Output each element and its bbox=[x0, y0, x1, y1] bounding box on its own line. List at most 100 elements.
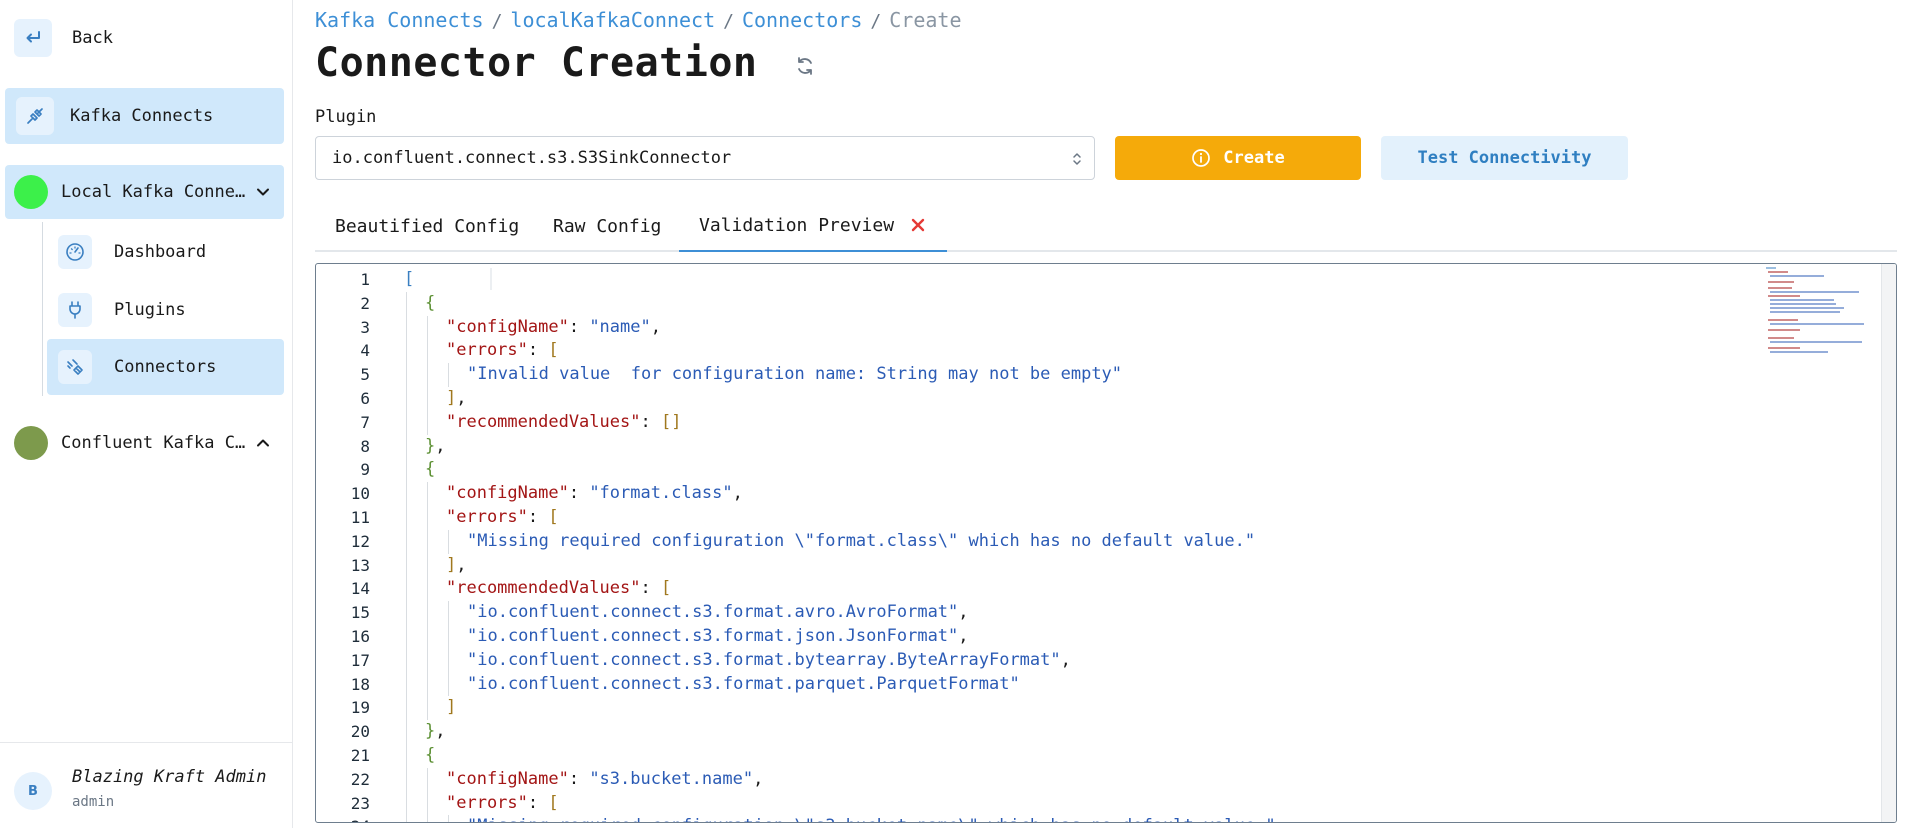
code-line[interactable]: 6], bbox=[316, 386, 1896, 411]
sidebar: Back Kafka Connects Local Kafka Conne… D… bbox=[0, 0, 293, 828]
connectors-icon bbox=[58, 350, 92, 384]
indent-guide bbox=[425, 339, 446, 363]
breadcrumb-link-kafka-connects[interactable]: Kafka Connects bbox=[315, 8, 484, 32]
sidebar-item-local-kafka-connect[interactable]: Local Kafka Conne… bbox=[5, 165, 284, 219]
code-token: , bbox=[753, 768, 764, 789]
code-line[interactable]: 24 "Missing required configuration \"s3.b… bbox=[316, 815, 1896, 822]
code-line[interactable]: 16 "io.confluent.connect.s3.format.json.J… bbox=[316, 624, 1896, 649]
line-number: 9 bbox=[360, 460, 370, 480]
breadcrumb-separator: / bbox=[723, 11, 734, 32]
indent-guide bbox=[404, 672, 425, 697]
line-number: 10 bbox=[350, 484, 370, 504]
code-lines: 1[2{3 "configName": "name", 4 "errors": [5 "… bbox=[316, 268, 1896, 822]
indent-guide bbox=[404, 339, 425, 363]
code-line[interactable]: 9{ bbox=[316, 458, 1896, 482]
code-token: [ bbox=[548, 792, 559, 813]
indent-guide bbox=[425, 505, 446, 530]
line-number: 19 bbox=[350, 698, 370, 718]
code-token: [ bbox=[660, 578, 672, 599]
code-token: "errors" bbox=[446, 340, 528, 361]
indent-guide bbox=[446, 624, 467, 649]
indent-guide bbox=[425, 601, 446, 625]
line-number: 3 bbox=[360, 317, 370, 337]
indent-guide bbox=[404, 458, 425, 482]
code-content: { bbox=[404, 458, 435, 482]
sidebar-item-label: Dashboard bbox=[114, 242, 207, 262]
tab-beautified-config[interactable]: Beautified Config bbox=[315, 200, 539, 252]
sidebar-item-label: Kafka Connects bbox=[70, 106, 214, 126]
indent-guide bbox=[404, 696, 425, 720]
code-line[interactable]: 13], bbox=[316, 553, 1896, 578]
code-line[interactable]: 2{ bbox=[316, 291, 1896, 316]
minimap[interactable] bbox=[1764, 264, 1884, 364]
sidebar-item-confluent-kafka-connect[interactable]: Confluent Kafka C… bbox=[5, 416, 284, 470]
code-line[interactable]: 17 "io.confluent.connect.s3.format.bytear… bbox=[316, 648, 1896, 673]
sidebar-item-dashboard[interactable]: Dashboard bbox=[47, 227, 284, 277]
code-token: "configName" bbox=[446, 483, 569, 504]
code-content: "io.confluent.connect.s3.format.avro.Avr… bbox=[404, 601, 969, 625]
breadcrumb-link-local-kafka-connect[interactable]: localKafkaConnect bbox=[510, 8, 715, 32]
code-line[interactable]: 19] bbox=[316, 696, 1896, 720]
code-token: , bbox=[958, 625, 969, 646]
create-button[interactable]: Create bbox=[1115, 136, 1361, 180]
line-number: 17 bbox=[350, 650, 370, 670]
indent-guide bbox=[425, 386, 446, 411]
sidebar-item-label: Local Kafka Conne… bbox=[61, 182, 246, 202]
indent-guide bbox=[446, 601, 467, 625]
code-line[interactable]: 1[ bbox=[316, 268, 1896, 292]
close-icon[interactable] bbox=[910, 217, 926, 233]
editor-scrollbar[interactable] bbox=[1881, 264, 1896, 822]
sidebar-item-connectors[interactable]: Connectors bbox=[47, 339, 284, 395]
indent-guide bbox=[425, 482, 446, 506]
code-line[interactable]: 11 "errors": [ bbox=[316, 505, 1896, 530]
tree-line bbox=[42, 222, 43, 396]
code-line[interactable]: 8}, bbox=[316, 434, 1896, 459]
page-title: Connector Creation bbox=[315, 40, 758, 86]
plugin-select-value: io.confluent.connect.s3.S3SinkConnector bbox=[332, 148, 732, 168]
back-button[interactable]: Back bbox=[14, 18, 113, 58]
code-token: : bbox=[527, 506, 549, 527]
code-token: [ bbox=[548, 506, 559, 527]
tab-label: Validation Preview bbox=[699, 214, 895, 236]
code-line[interactable]: 3 "configName": "name", bbox=[316, 315, 1896, 340]
code-content: [ bbox=[404, 268, 495, 292]
tab-raw-config[interactable]: Raw Config bbox=[533, 200, 681, 252]
tab-validation-preview[interactable]: Validation Preview bbox=[679, 200, 947, 252]
code-token: "format.class" bbox=[589, 483, 733, 504]
code-content: "errors": [ bbox=[404, 791, 559, 816]
breadcrumb-link-connectors[interactable]: Connectors bbox=[742, 8, 862, 32]
code-token: "Invalid value for configuration name: S… bbox=[467, 364, 1123, 385]
line-number: 14 bbox=[350, 579, 370, 599]
code-token: "configName" bbox=[446, 768, 569, 789]
sidebar-item-kafka-connects[interactable]: Kafka Connects bbox=[5, 88, 284, 144]
code-line[interactable]: 4 "errors": [ bbox=[316, 339, 1896, 363]
code-line[interactable]: 20}, bbox=[316, 720, 1896, 744]
indent-guide bbox=[404, 505, 425, 530]
code-token: : bbox=[527, 792, 549, 813]
code-line[interactable]: 12 "Missing required configuration \"form… bbox=[316, 529, 1896, 554]
user-profile[interactable]: B Blazing Kraft Admin admin bbox=[0, 742, 292, 829]
code-content: "io.confluent.connect.s3.format.parquet.… bbox=[404, 672, 1020, 697]
sidebar-item-plugins[interactable]: Plugins bbox=[47, 285, 284, 335]
back-label: Back bbox=[72, 28, 113, 48]
plugin-select[interactable]: io.confluent.connect.s3.S3SinkConnector bbox=[315, 136, 1095, 180]
code-line[interactable]: 18 "io.confluent.connect.s3.format.parque… bbox=[316, 672, 1896, 697]
code-line[interactable]: 5 "Invalid value for configuration name: … bbox=[316, 363, 1896, 387]
code-token: , bbox=[456, 554, 467, 575]
code-line[interactable]: 10 "configName": "format.class", bbox=[316, 482, 1896, 506]
breadcrumb-separator: / bbox=[870, 11, 882, 32]
line-number: 16 bbox=[350, 626, 370, 646]
code-token: "io.confluent.connect.s3.format.json.Jso… bbox=[467, 625, 959, 646]
refresh-icon[interactable] bbox=[794, 55, 816, 77]
code-line[interactable]: 22 "configName": "s3.bucket.name", bbox=[316, 767, 1896, 792]
code-line[interactable]: 21 { bbox=[316, 743, 1896, 768]
line-number: 8 bbox=[360, 436, 370, 456]
plugin-label: Plugin bbox=[315, 107, 377, 127]
code-line[interactable]: 15 "io.confluent.connect.s3.format.avro.A… bbox=[316, 601, 1896, 625]
code-line[interactable]: 7 "recommendedValues": [] bbox=[316, 410, 1896, 435]
code-content: { bbox=[404, 291, 435, 316]
code-line[interactable]: 23 "errors": [ bbox=[316, 791, 1896, 816]
code-line[interactable]: 14 "recommendedValues": [ bbox=[316, 577, 1896, 601]
code-editor[interactable]: 1[2{3 "configName": "name", 4 "errors": [5 "… bbox=[315, 263, 1897, 823]
test-connectivity-button[interactable]: Test Connectivity bbox=[1381, 136, 1628, 180]
